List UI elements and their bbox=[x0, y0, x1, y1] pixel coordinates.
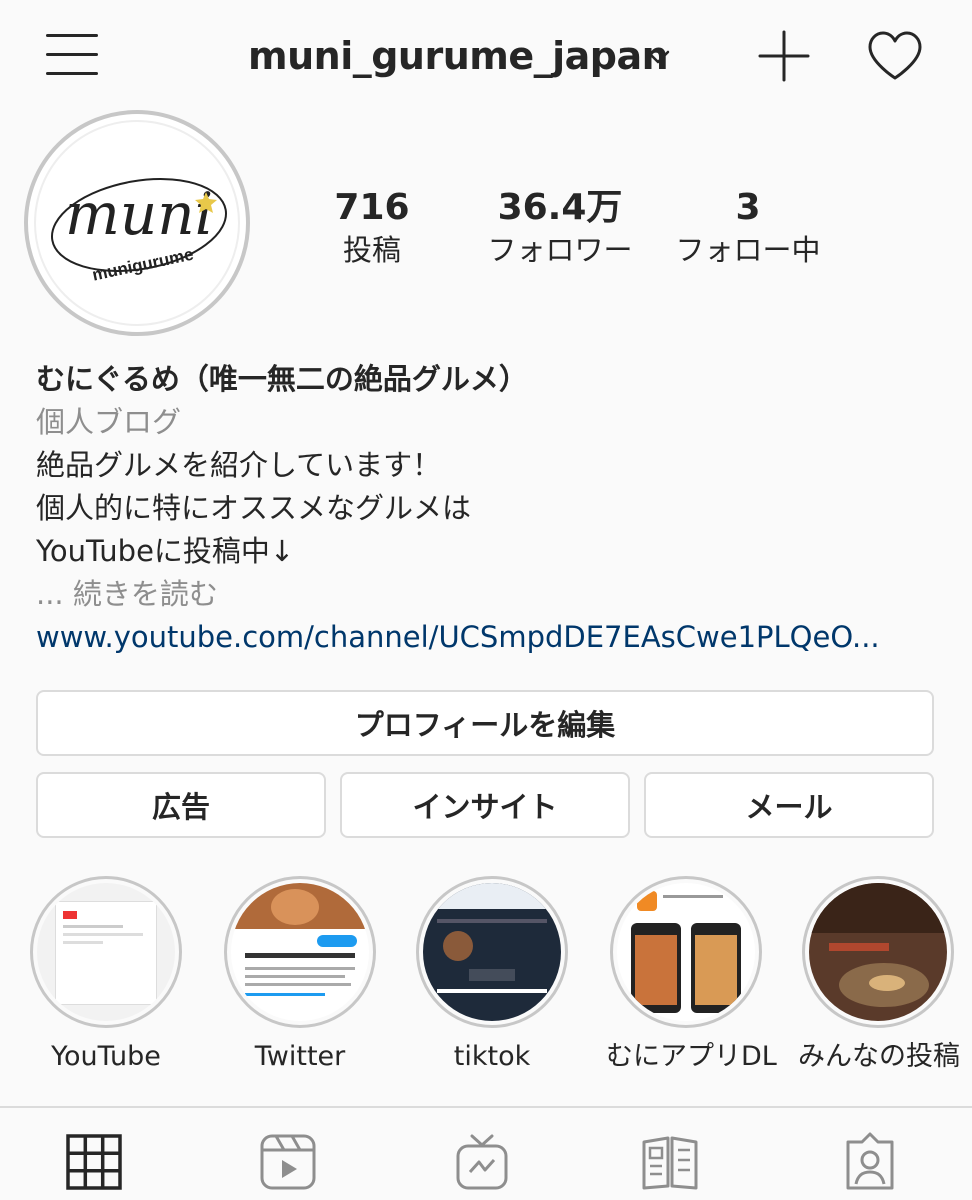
highlight-label: みんなの投稿 bbox=[798, 1041, 960, 1072]
profile-tab-bar bbox=[0, 1106, 972, 1200]
display-name: むにぐるめ（唯一無二の絶品グルメ） bbox=[36, 362, 528, 396]
posts-stat[interactable]: 716 投稿 bbox=[316, 188, 428, 270]
bio-line: YouTubeに投稿中↓ bbox=[36, 534, 295, 568]
guides-icon[interactable] bbox=[640, 1132, 700, 1192]
bio-line: 個人的に特にオススメなグルメは bbox=[36, 491, 472, 525]
plus-icon[interactable] bbox=[758, 30, 810, 82]
highlight-thumbnail bbox=[809, 883, 947, 1021]
tagged-icon[interactable] bbox=[840, 1132, 900, 1192]
highlight-label: むにアプリDL bbox=[606, 1041, 777, 1072]
highlight-twitter[interactable]: Twitter bbox=[220, 876, 380, 1074]
email-button[interactable]: メール bbox=[644, 772, 934, 838]
grid-icon[interactable] bbox=[64, 1132, 124, 1192]
svg-text:muni: muni bbox=[65, 180, 213, 248]
posts-count: 716 bbox=[334, 187, 410, 228]
profile-username[interactable]: muni_gurume_japan bbox=[248, 34, 669, 78]
highlight-tiktok[interactable]: tiktok bbox=[412, 876, 572, 1074]
highlight-ring bbox=[610, 876, 762, 1028]
chevron-down-icon[interactable] bbox=[646, 48, 670, 66]
profile-bio: むにぐるめ（唯一無二の絶品グルメ） 個人ブログ 絶品グルメを紹介しています！ 個… bbox=[36, 358, 936, 659]
hamburger-menu-icon[interactable] bbox=[46, 32, 98, 78]
bio-line: 絶品グルメを紹介しています！ bbox=[36, 448, 442, 482]
highlight-ring bbox=[224, 876, 376, 1028]
following-label: フォロー中 bbox=[675, 233, 821, 267]
edit-profile-button[interactable]: プロフィールを編集 bbox=[36, 690, 934, 756]
followers-stat[interactable]: 36.4万 フォロワー bbox=[476, 188, 644, 270]
heart-icon[interactable] bbox=[866, 30, 924, 82]
highlight-muni-app[interactable]: むにアプリDL bbox=[606, 876, 777, 1074]
highlight-thumbnail bbox=[37, 883, 175, 1021]
followers-label: フォロワー bbox=[487, 233, 633, 267]
insights-button[interactable]: インサイト bbox=[340, 772, 630, 838]
igtv-icon[interactable] bbox=[452, 1132, 512, 1192]
posts-label: 投稿 bbox=[342, 233, 401, 267]
top-navigation-bar: muni_gurume_japan bbox=[0, 0, 972, 115]
svg-text:munigurume: munigurume bbox=[91, 245, 196, 285]
highlight-label: Twitter bbox=[254, 1041, 346, 1072]
highlight-ring bbox=[416, 876, 568, 1028]
highlight-thumbnail bbox=[617, 883, 755, 1021]
muni-logo-icon: muni munigurume bbox=[51, 178, 227, 285]
following-stat[interactable]: 3 フォロー中 bbox=[666, 188, 830, 270]
highlight-youtube[interactable]: YouTube bbox=[26, 876, 186, 1074]
followers-count: 36.4万 bbox=[497, 187, 623, 228]
avatar-logo: muni munigurume bbox=[34, 120, 240, 326]
website-link[interactable]: www.youtube.com/channel/UCSmpdDE7EAsCwe1… bbox=[36, 616, 936, 659]
profile-category: 個人ブログ bbox=[36, 405, 182, 439]
reels-icon[interactable] bbox=[258, 1132, 318, 1192]
read-more-link[interactable]: ... 続きを読む bbox=[36, 573, 936, 616]
highlight-thumbnail bbox=[423, 883, 561, 1021]
highlight-ring bbox=[802, 876, 954, 1028]
following-count: 3 bbox=[735, 187, 761, 228]
highlight-label: YouTube bbox=[51, 1041, 161, 1072]
ads-button[interactable]: 広告 bbox=[36, 772, 326, 838]
highlight-everyones-posts[interactable]: みんなの投稿 bbox=[798, 876, 960, 1074]
highlight-label: tiktok bbox=[453, 1041, 531, 1072]
highlight-ring bbox=[30, 876, 182, 1028]
profile-avatar[interactable]: muni munigurume bbox=[24, 110, 250, 336]
highlight-thumbnail bbox=[231, 883, 369, 1021]
